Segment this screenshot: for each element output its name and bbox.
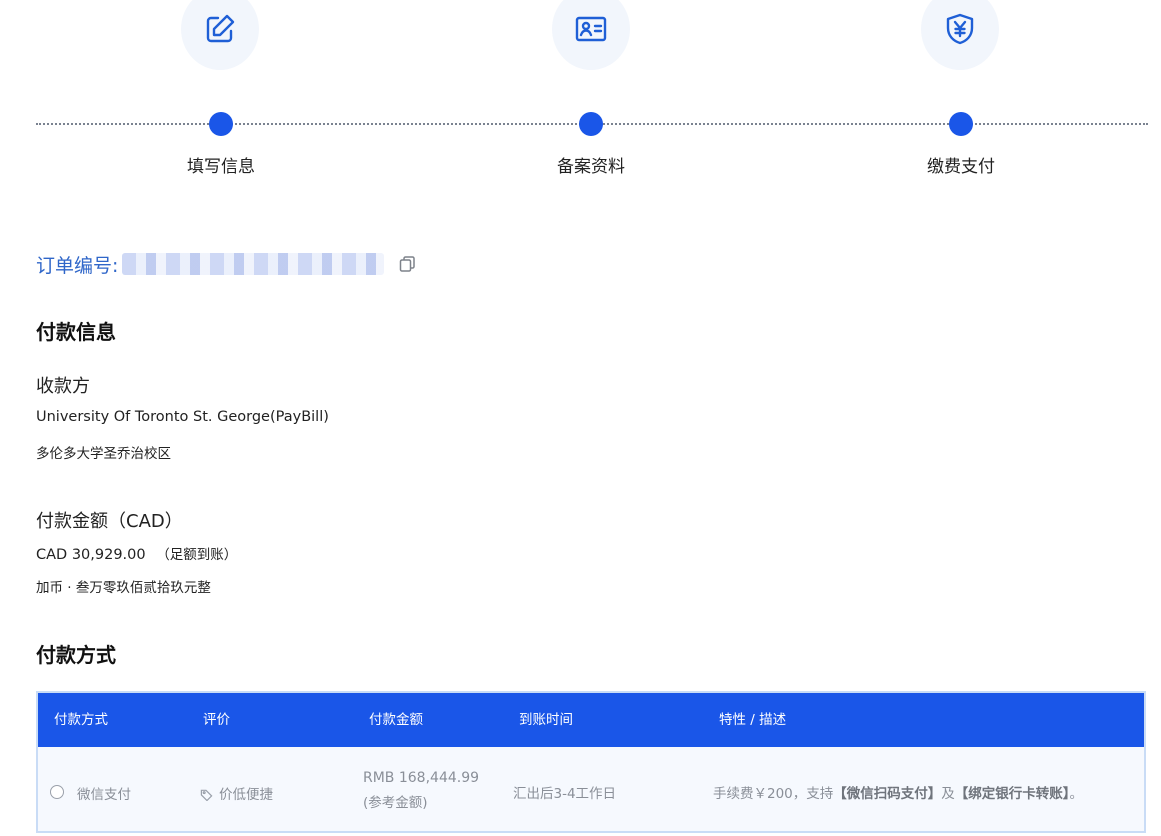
desc-mid: 及: [941, 786, 955, 802]
table-row[interactable]: 微信支付 价低便捷 RMB 168,444.99 (参考金额) 汇出后3-4工作…: [38, 747, 1144, 833]
col-amount: 付款金额: [369, 712, 423, 728]
order-number-label: 订单编号:: [36, 254, 119, 277]
payee-name-en: University Of Toronto St. George(PayBill…: [36, 409, 329, 425]
amount-note: （足额到账）: [156, 547, 238, 563]
amount-reference-note: (参考金额): [363, 795, 428, 811]
step-dot-2[interactable]: [579, 112, 603, 136]
col-description: 特性 / 描述: [719, 712, 787, 728]
col-arrival: 到账时间: [519, 712, 573, 728]
method-description: 手续费￥200，支持【微信扫码支付】及【绑定银行卡转账】。: [713, 782, 1083, 802]
tag-icon: [200, 789, 213, 801]
edit-icon: [206, 14, 235, 43]
payee-label: 收款方: [36, 376, 90, 397]
id-card-icon: [575, 16, 607, 42]
amount-in-words: 加币 · 叁万零玖佰贰拾玖元整: [36, 580, 211, 596]
col-rating: 评价: [203, 712, 230, 728]
method-name: 微信支付: [77, 787, 131, 803]
payment-page: 填写信息 备案资料 缴费支付 订单编号: 付款信息 收款方 University…: [0, 0, 1161, 836]
amount-label: 付款金额（CAD）: [36, 511, 183, 532]
order-number-masked: [122, 253, 385, 275]
payee-name-cn: 多伦多大学圣乔治校区: [36, 446, 171, 462]
wechat-pay-radio[interactable]: [50, 785, 64, 799]
step-payment-icon-circle: [921, 0, 999, 70]
arrival-time: 汇出后3-4工作日: [513, 786, 617, 802]
payment-method-title: 付款方式: [36, 643, 116, 667]
order-number-row: 订单编号:: [36, 250, 416, 278]
desc-prefix: 手续费￥200，支持: [713, 786, 834, 802]
step-label-docs: 备案资料: [557, 157, 625, 177]
payment-info-title: 付款信息: [36, 320, 116, 344]
desc-wechat-scan: 【微信扫码支付】: [833, 786, 942, 802]
yuan-shield-icon: [946, 13, 974, 45]
rating-text: 价低便捷: [219, 787, 273, 803]
amount-line: CAD 30,929.00 （足额到账）: [36, 543, 237, 563]
desc-suffix: 。: [1069, 786, 1084, 802]
amount-value: CAD 30,929.00: [36, 547, 146, 563]
payment-method-table: 付款方式 评价 付款金额 到账时间 特性 / 描述 微信支付 价低便捷 RMB …: [36, 691, 1146, 833]
step-fill-info-icon-circle: [181, 0, 259, 70]
col-method: 付款方式: [54, 712, 108, 728]
rating-cell: 价低便捷: [200, 783, 273, 803]
table-header: 付款方式 评价 付款金额 到账时间 特性 / 描述: [38, 693, 1144, 747]
step-docs-icon-circle: [552, 0, 630, 70]
step-dot-1[interactable]: [209, 112, 233, 136]
amount-rmb: RMB 168,444.99: [363, 770, 480, 786]
step-dot-3[interactable]: [949, 112, 973, 136]
desc-bank-card: 【绑定银行卡转账】: [954, 786, 1070, 802]
copy-icon[interactable]: [398, 255, 416, 273]
step-label-payment: 缴费支付: [927, 157, 995, 177]
step-label-fill-info: 填写信息: [187, 157, 255, 177]
